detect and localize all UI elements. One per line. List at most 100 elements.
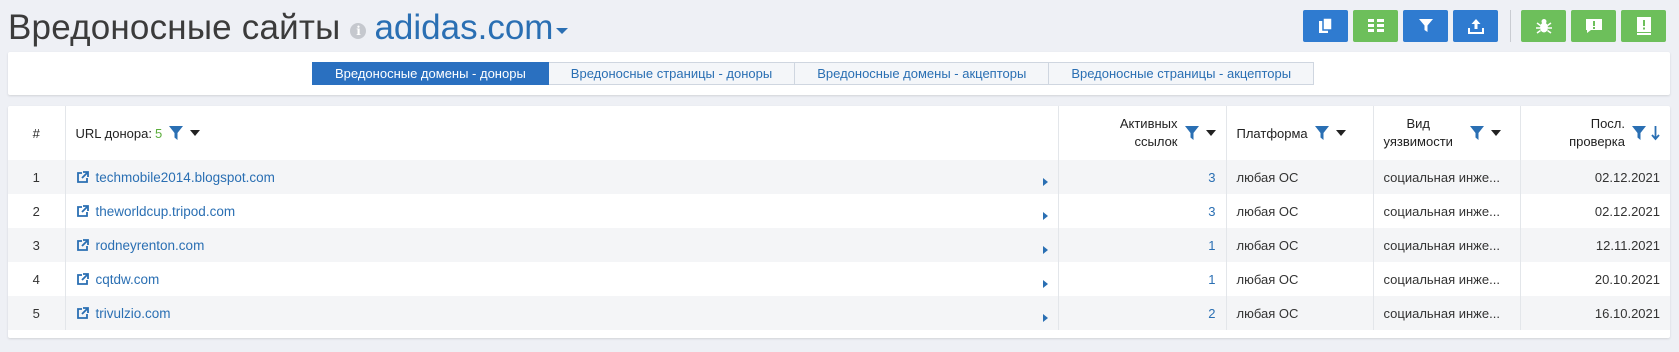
info-icon[interactable]: i	[350, 23, 367, 39]
platform-cell: любая ОС	[1226, 228, 1374, 262]
column-header-last-check: Посл. проверка	[1520, 106, 1670, 160]
expand-row-icon[interactable]	[1042, 245, 1048, 254]
url-count: 5	[154, 125, 163, 141]
filter-button[interactable]	[1403, 10, 1448, 42]
column-header-vulnerability: Вид уязвимости	[1373, 106, 1521, 160]
donor-url-link[interactable]: theworldcup.tripod.com	[96, 204, 236, 219]
last-check-cell: 02.12.2021	[1520, 160, 1670, 194]
donors-table-card: # URL донора: 5 Активных ссылок Платформ…	[8, 106, 1670, 338]
column-header-url: URL донора: 5	[65, 106, 1059, 160]
donor-url-cell: trivulzio.com	[65, 296, 1059, 330]
donors-table: # URL донора: 5 Активных ссылок Платформ…	[8, 106, 1670, 330]
sort-toggle-icon[interactable]	[1490, 130, 1501, 136]
filter-icon[interactable]	[1184, 125, 1200, 141]
donor-url-cell: techmobile2014.blogspot.com	[65, 160, 1059, 194]
donor-url-link[interactable]: techmobile2014.blogspot.com	[96, 170, 275, 185]
column-header-active-links: Активных ссылок	[1058, 106, 1227, 160]
filter-icon[interactable]	[1631, 125, 1647, 141]
copy-icon	[1318, 18, 1333, 33]
row-number: 3	[8, 228, 66, 262]
tab-malicious-domains-donors[interactable]: Вредоносные домены - доноры	[312, 62, 549, 85]
feedback-icon	[1585, 19, 1602, 33]
column-vuln-label-1: Вид	[1406, 116, 1430, 131]
platform-cell: любая ОС	[1226, 160, 1374, 194]
bug-icon	[1535, 19, 1552, 34]
column-vuln-label-2: уязвимости	[1383, 134, 1453, 149]
vulnerability-cell: социальная инже...	[1373, 296, 1521, 330]
feedback-button[interactable]	[1571, 10, 1616, 42]
sort-toggle-icon[interactable]	[190, 130, 201, 136]
external-link-icon[interactable]	[76, 170, 89, 184]
toolbar	[1303, 10, 1671, 42]
filter-icon[interactable]	[168, 125, 184, 141]
active-links-count[interactable]: 1	[1058, 262, 1227, 296]
vulnerability-cell: социальная инже...	[1373, 194, 1521, 228]
column-header-number: #	[8, 106, 66, 160]
vulnerability-cell: социальная инже...	[1373, 228, 1521, 262]
last-check-cell: 12.11.2021	[1520, 228, 1670, 262]
donor-url-cell: theworldcup.tripod.com	[65, 194, 1059, 228]
columns-button[interactable]	[1353, 10, 1398, 42]
vulnerability-cell: социальная инже...	[1373, 262, 1521, 296]
column-platform-label: Платформа	[1236, 125, 1308, 141]
sort-toggle-icon[interactable]	[1335, 130, 1346, 136]
last-check-cell: 20.10.2021	[1520, 262, 1670, 296]
donor-url-link[interactable]: cqtdw.com	[96, 272, 160, 287]
filter-icon[interactable]	[1469, 125, 1485, 141]
column-url-label: URL донора:	[75, 125, 152, 141]
external-link-icon[interactable]	[76, 272, 89, 286]
table-row: 4 cqtdw.com 1 любая ОС социальная инже..…	[8, 262, 1670, 296]
filter-icon[interactable]	[1314, 125, 1330, 141]
page-title: Вредоносные сайты	[8, 8, 341, 47]
active-links-count[interactable]: 3	[1058, 194, 1227, 228]
tabs: Вредоносные домены - доноры Вредоносные …	[312, 62, 1315, 85]
columns-icon	[1367, 19, 1384, 32]
external-link-icon[interactable]	[76, 204, 89, 218]
donor-url-link[interactable]: rodneyrenton.com	[96, 238, 205, 253]
column-active-links-label-2: ссылок	[1134, 134, 1178, 149]
column-active-links-label-1: Активных	[1119, 116, 1178, 131]
platform-cell: любая ОС	[1226, 194, 1374, 228]
domain-select[interactable]: adidas.com	[374, 8, 569, 48]
external-link-icon[interactable]	[76, 306, 89, 320]
bug-button[interactable]	[1521, 10, 1566, 42]
table-header-row: # URL донора: 5 Активных ссылок Платформ…	[8, 106, 1670, 160]
active-links-count[interactable]: 3	[1058, 160, 1227, 194]
copy-button[interactable]	[1303, 10, 1348, 42]
tabs-panel: Вредоносные домены - доноры Вредоносные …	[8, 52, 1670, 95]
active-links-count[interactable]: 1	[1058, 228, 1227, 262]
sort-descending-icon[interactable]	[1651, 125, 1660, 141]
export-icon	[1467, 19, 1484, 34]
table-row: 5 trivulzio.com 2 любая ОС социальная ин…	[8, 296, 1670, 330]
column-header-platform: Платформа	[1226, 106, 1374, 160]
external-link-icon[interactable]	[76, 238, 89, 252]
expand-row-icon[interactable]	[1042, 177, 1048, 186]
last-check-cell: 16.10.2021	[1520, 296, 1670, 330]
tab-malicious-pages-donors[interactable]: Вредоносные страницы - доноры	[548, 62, 796, 85]
last-check-cell: 02.12.2021	[1520, 194, 1670, 228]
column-last-check-label-1: Посл.	[1590, 116, 1625, 131]
vulnerability-cell: социальная инже...	[1373, 160, 1521, 194]
donor-url-cell: rodneyrenton.com	[65, 228, 1059, 262]
platform-cell: любая ОС	[1226, 296, 1374, 330]
expand-row-icon[interactable]	[1042, 211, 1048, 220]
domain-select-label: adidas.com	[374, 8, 554, 47]
tab-malicious-domains-acceptors[interactable]: Вредоносные домены - акцепторы	[795, 62, 1050, 85]
expand-row-icon[interactable]	[1042, 313, 1048, 322]
tab-malicious-pages-acceptors[interactable]: Вредоносные страницы - акцепторы	[1049, 62, 1315, 85]
export-button[interactable]	[1453, 10, 1498, 42]
donor-url-link[interactable]: trivulzio.com	[96, 306, 171, 321]
chevron-down-icon	[556, 28, 569, 34]
platform-cell: любая ОС	[1226, 262, 1374, 296]
row-number: 1	[8, 160, 66, 194]
row-number: 4	[8, 262, 66, 296]
column-last-check-label-2: проверка	[1569, 134, 1625, 149]
sort-toggle-icon[interactable]	[1205, 130, 1216, 136]
help-button[interactable]	[1621, 10, 1666, 42]
table-row: 2 theworldcup.tripod.com 3 любая ОС соци…	[8, 194, 1670, 228]
row-number: 5	[8, 296, 66, 330]
expand-row-icon[interactable]	[1042, 279, 1048, 288]
active-links-count[interactable]: 2	[1058, 296, 1227, 330]
help-book-icon	[1636, 17, 1651, 35]
table-row: 1 techmobile2014.blogspot.com 3 любая ОС…	[8, 160, 1670, 194]
